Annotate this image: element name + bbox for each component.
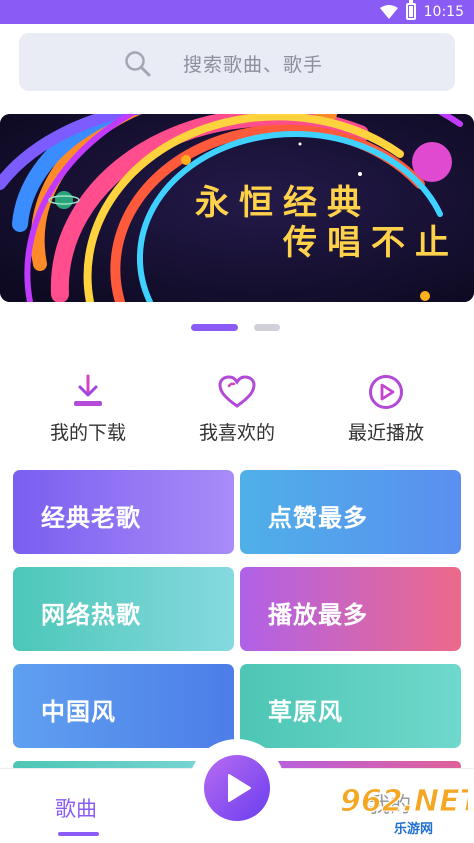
watermark-logo: 962.NET xyxy=(340,781,474,821)
wifi-icon xyxy=(379,4,398,19)
quick-action-label: 我的下载 xyxy=(49,422,126,444)
banner-title-line2: 传唱不止 xyxy=(283,223,459,263)
play-icon xyxy=(228,774,251,802)
battery-icon xyxy=(405,0,416,20)
watermark-text: 乐游网 xyxy=(394,822,434,837)
play-button[interactable] xyxy=(204,755,270,821)
quick-action-recent[interactable]: 最近播放 xyxy=(316,372,456,447)
quick-action-label: 最近播放 xyxy=(347,422,424,444)
carousel-dot-active[interactable] xyxy=(191,324,238,331)
category-tile-most-liked[interactable]: 点赞最多 xyxy=(240,470,461,554)
carousel-indicator xyxy=(0,323,474,333)
category-label: 网络热歌 xyxy=(41,601,141,629)
category-label: 经典老歌 xyxy=(41,504,141,532)
play-circle-icon xyxy=(316,372,456,412)
download-icon xyxy=(18,372,158,412)
category-label: 中国风 xyxy=(41,698,116,726)
search-icon xyxy=(124,50,152,82)
category-label: 点赞最多 xyxy=(268,504,368,532)
search-bar[interactable]: 搜索歌曲、歌手 xyxy=(19,33,455,91)
quick-action-label: 我喜欢的 xyxy=(198,422,275,444)
status-time: 10:15 xyxy=(423,3,464,20)
heart-icon xyxy=(167,372,307,412)
category-tile-grassland[interactable]: 草原风 xyxy=(240,664,461,748)
carousel-dot[interactable] xyxy=(254,324,280,331)
category-tile-most-played[interactable]: 播放最多 xyxy=(240,567,461,651)
quick-action-downloads[interactable]: 我的下载 xyxy=(18,372,158,447)
category-tile-classic[interactable]: 经典老歌 xyxy=(13,470,234,554)
category-tile-chinese-style[interactable]: 中国风 xyxy=(13,664,234,748)
status-bar: 10:15 xyxy=(0,0,474,24)
watermark-logo-text: 962.NET xyxy=(340,784,468,817)
category-tile-hot[interactable]: 网络热歌 xyxy=(13,567,234,651)
status-icons: 10:15 xyxy=(379,0,464,20)
tab-active-indicator xyxy=(58,832,99,836)
tab-songs[interactable]: 歌曲 xyxy=(55,793,97,823)
search-placeholder: 搜索歌曲、歌手 xyxy=(183,54,324,76)
category-label: 播放最多 xyxy=(268,601,368,629)
quick-action-favorites[interactable]: 我喜欢的 xyxy=(167,372,307,447)
category-label: 草原风 xyxy=(268,698,343,726)
